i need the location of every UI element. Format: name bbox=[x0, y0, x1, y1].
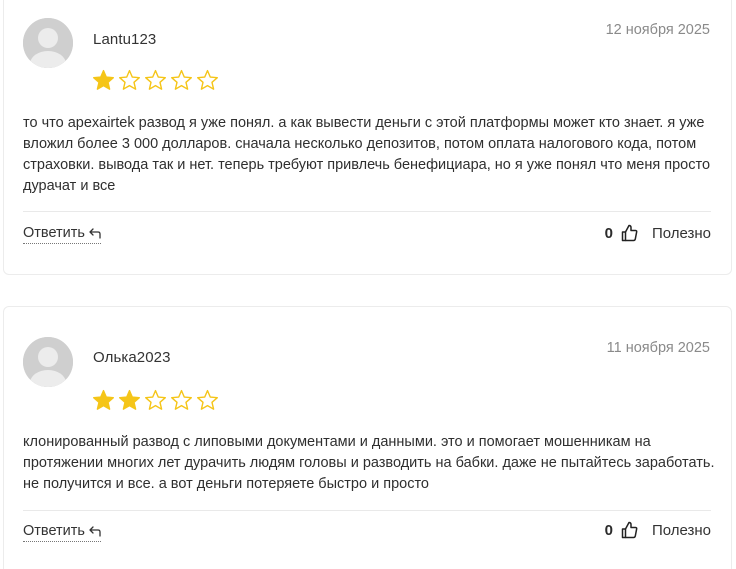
star-empty-icon bbox=[171, 389, 192, 410]
review-author: Олька2023 bbox=[93, 349, 171, 366]
divider bbox=[23, 510, 711, 511]
review-text: то что apexairtek развод я уже понял. а … bbox=[23, 115, 711, 194]
helpful-group: 0 Полезно bbox=[605, 521, 711, 539]
review-card: Олька2023 11 ноября 2025 клонированный р… bbox=[3, 306, 732, 569]
star-filled-icon bbox=[93, 389, 114, 410]
reply-label: Ответить bbox=[23, 523, 85, 539]
helpful-count: 0 bbox=[604, 224, 613, 242]
helpful-button[interactable]: Полезно bbox=[652, 522, 711, 539]
star-empty-icon bbox=[171, 69, 192, 90]
reply-button[interactable]: Ответить bbox=[23, 523, 101, 542]
review-author: Lantu123 bbox=[93, 31, 157, 48]
helpful-group: 0 Полезно bbox=[605, 224, 711, 242]
avatar bbox=[23, 337, 73, 387]
star-empty-icon bbox=[145, 69, 166, 90]
star-empty-icon bbox=[119, 69, 140, 90]
star-filled-icon bbox=[119, 389, 140, 410]
star-filled-icon bbox=[93, 69, 114, 90]
star-empty-icon bbox=[197, 69, 218, 90]
helpful-button[interactable]: Полезно bbox=[652, 225, 711, 242]
reply-button[interactable]: Ответить bbox=[23, 225, 101, 244]
reply-arrow-icon bbox=[89, 227, 101, 239]
review-text: клонированный развод с липовыми документ… bbox=[23, 434, 715, 492]
review-date: 11 ноября 2025 bbox=[606, 340, 710, 356]
review-card: Lantu123 12 ноября 2025 то что apexairte… bbox=[3, 0, 732, 275]
avatar bbox=[23, 18, 73, 68]
user-avatar-icon bbox=[23, 337, 73, 387]
divider bbox=[23, 211, 711, 212]
thumbs-up-icon[interactable] bbox=[621, 224, 638, 242]
reply-label: Ответить bbox=[23, 225, 85, 241]
star-empty-icon bbox=[197, 389, 218, 410]
thumbs-up-icon[interactable] bbox=[621, 521, 638, 539]
star-rating bbox=[92, 69, 219, 92]
star-empty-icon bbox=[145, 389, 166, 410]
star-rating bbox=[92, 389, 219, 412]
user-avatar-icon bbox=[23, 18, 73, 68]
review-date: 12 ноября 2025 bbox=[605, 22, 710, 38]
reply-arrow-icon bbox=[89, 525, 101, 537]
helpful-count: 0 bbox=[604, 521, 613, 539]
